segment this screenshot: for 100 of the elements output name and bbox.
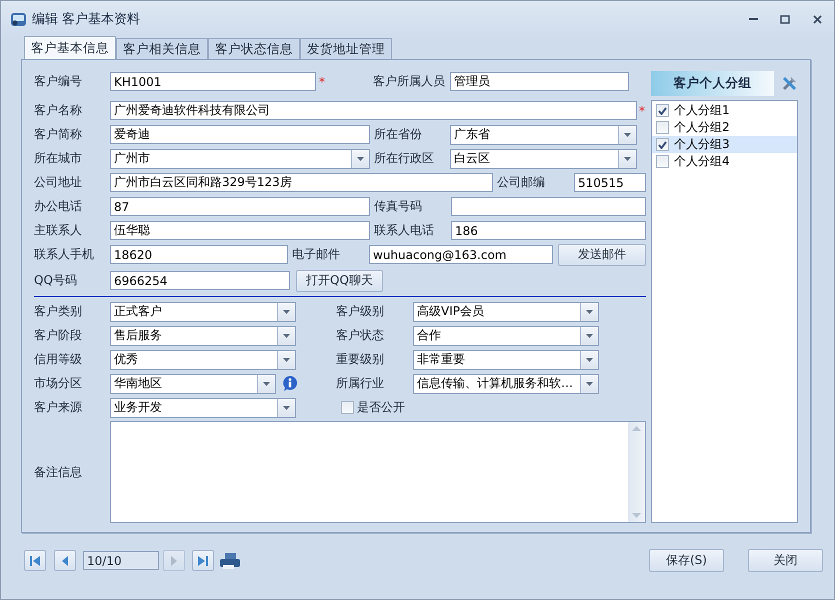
text-field[interactable]: 伍华聪 [110, 221, 370, 240]
text-field[interactable]: 6966254 [110, 271, 290, 290]
save-button[interactable]: 保存(S) [649, 549, 724, 572]
field-label: 所在省份 [374, 126, 423, 143]
text-field[interactable]: 广州爱奇迪软件科技有限公司 [110, 101, 637, 120]
tab[interactable]: 客户状态信息 [208, 38, 300, 59]
caret-icon [624, 156, 631, 160]
field-label: 传真号码 [374, 198, 423, 215]
group-item[interactable]: 个人分组3 [652, 136, 797, 153]
caret-icon [283, 406, 290, 410]
field-label: 主联系人 [34, 222, 83, 239]
close-icon[interactable] [812, 14, 822, 24]
close-dialog-button[interactable]: 关闭 [748, 549, 823, 572]
text-field[interactable]: 管理员 [450, 72, 629, 91]
dropdown-field[interactable]: 高级VIP会员 [413, 302, 599, 322]
back-icon [61, 554, 69, 566]
caret-icon [263, 382, 270, 386]
dropdown-field[interactable]: 广东省 [450, 124, 637, 144]
dropdown-field[interactable]: 正式客户 [110, 302, 296, 322]
field-label: 客户名称 [34, 102, 83, 119]
field-label: 客户所属人员 [373, 73, 446, 90]
field-label: 公司地址 [34, 174, 83, 191]
field-label: 所在行政区 [374, 150, 435, 167]
caret-icon [586, 310, 593, 314]
dropdown-field[interactable]: 非常重要 [413, 350, 599, 370]
action-button[interactable]: 发送邮件 [558, 244, 646, 266]
skip-forward-icon [197, 554, 209, 566]
caret-icon [357, 156, 364, 160]
dropdown-field[interactable]: 业务开发 [110, 398, 296, 418]
tab[interactable]: 客户相关信息 [116, 38, 208, 59]
caret-icon [624, 132, 631, 136]
field-label: 客户来源 [34, 399, 83, 416]
field-label: 客户编号 [34, 73, 83, 90]
required-mark: * [319, 74, 326, 88]
group-header: 客户个人分组 [651, 71, 774, 96]
field-label: 市场分区 [34, 375, 83, 392]
forward-icon [170, 554, 178, 566]
dropdown-field[interactable]: 合作 [413, 326, 599, 346]
group-item[interactable]: 个人分组1 [652, 102, 797, 119]
checkbox[interactable] [656, 121, 669, 134]
text-field[interactable] [451, 197, 646, 216]
text-field[interactable]: 510515 [574, 173, 646, 192]
dropdown-field[interactable]: 白云区 [450, 148, 637, 168]
checkbox[interactable] [656, 155, 669, 168]
dropdown-field[interactable]: 售后服务 [110, 326, 296, 346]
dropdown-field[interactable]: 优秀 [110, 350, 296, 370]
group-item[interactable]: 个人分组2 [652, 119, 797, 136]
field-label: 客户级别 [336, 303, 385, 320]
caret-icon [586, 334, 593, 338]
field-label: 客户类别 [34, 303, 83, 320]
position-field: 10/10 [83, 551, 159, 570]
text-field[interactable]: wuhuacong@163.com [369, 245, 553, 264]
field-label: 所在城市 [34, 150, 83, 167]
app-icon [10, 10, 27, 28]
first-button[interactable] [24, 550, 46, 571]
notes-field[interactable] [110, 421, 646, 523]
field-label: 所属行业 [336, 375, 385, 392]
dropdown-field[interactable]: 信息传输、计算机服务和软… [413, 374, 599, 394]
tools-icon[interactable] [781, 75, 798, 92]
restore-icon[interactable] [780, 14, 790, 24]
field-label: 联系人手机 [34, 246, 95, 263]
text-field[interactable]: 18620 [110, 245, 288, 264]
text-field[interactable]: 广州市白云区同和路329号123房 [110, 173, 493, 192]
caret-icon [586, 382, 593, 386]
info-icon[interactable] [282, 375, 298, 392]
required-mark: * [639, 104, 646, 118]
public-checkbox[interactable]: 是否公开 [341, 399, 421, 416]
text-field[interactable]: 爱奇迪 [110, 125, 370, 144]
tab[interactable]: 客户基本信息 [24, 36, 116, 59]
caret-icon [283, 334, 290, 338]
field-label: QQ号码 [34, 272, 78, 289]
text-field[interactable]: KH1001 [110, 72, 316, 91]
caret-icon [283, 310, 290, 314]
caret-icon [283, 358, 290, 362]
window-title: 编辑 客户基本资料 [32, 11, 140, 28]
field-label: 备注信息 [34, 464, 83, 480]
caret-icon [586, 358, 593, 362]
tab[interactable]: 发货地址管理 [300, 38, 392, 59]
field-label: 电子邮件 [292, 246, 341, 263]
previous-button[interactable] [54, 550, 76, 571]
field-label: 信用等级 [34, 351, 83, 368]
field-label: 客户阶段 [34, 327, 83, 344]
text-field[interactable]: 87 [110, 197, 370, 216]
action-button[interactable]: 打开QQ聊天 [296, 270, 383, 292]
field-label: 重要级别 [336, 351, 385, 368]
field-label: 办公电话 [34, 198, 83, 215]
field-label: 客户简称 [34, 126, 83, 143]
field-label: 客户状态 [336, 327, 385, 344]
dropdown-field[interactable]: 华南地区 [110, 374, 276, 394]
dropdown-field[interactable]: 广州市 [110, 148, 370, 168]
checkbox[interactable] [656, 138, 669, 151]
group-item[interactable]: 个人分组4 [652, 153, 797, 170]
checkbox[interactable] [656, 104, 669, 117]
text-field[interactable]: 186 [451, 221, 646, 240]
minimize-icon[interactable] [748, 18, 758, 20]
field-label: 联系人电话 [374, 222, 435, 239]
last-button[interactable] [192, 550, 214, 571]
printer-icon[interactable] [219, 552, 241, 570]
field-label: 公司邮编 [497, 174, 546, 191]
skip-back-icon [29, 554, 41, 566]
